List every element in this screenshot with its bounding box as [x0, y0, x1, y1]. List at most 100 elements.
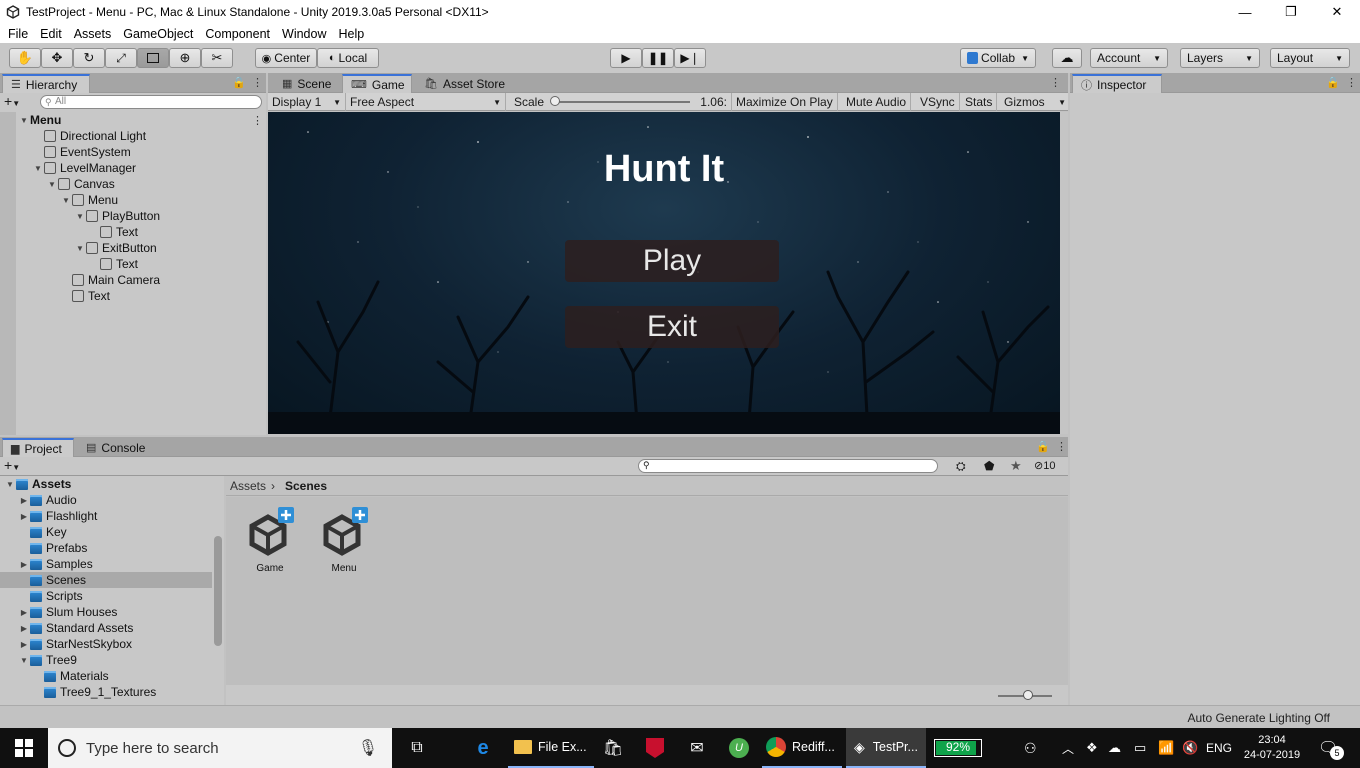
project-folder-item[interactable]: Scenes — [18, 572, 86, 588]
layers-dropdown[interactable]: Layers ▼ — [1180, 48, 1260, 68]
tab-console[interactable]: ▤ Console — [78, 438, 153, 457]
rotate-tool-button[interactable]: ↻ — [73, 48, 105, 68]
expand-arrow-icon[interactable]: ▼ — [18, 656, 30, 665]
menu-edit[interactable]: Edit — [34, 27, 68, 41]
expand-arrow-icon[interactable]: ▼ — [74, 212, 86, 221]
transform-tool-button[interactable]: ⊕ — [169, 48, 201, 68]
minimize-button[interactable]: — — [1222, 0, 1268, 24]
scale-tool-button[interactable]: ⤢ — [105, 48, 137, 68]
maximize-button[interactable]: ❐ — [1268, 0, 1314, 24]
scene-file-game[interactable]: Game — [240, 507, 300, 574]
battery-meter[interactable]: 92% — [934, 728, 988, 768]
project-search-input[interactable]: ⚲ — [638, 459, 938, 473]
project-tree-scrollbar[interactable] — [214, 536, 222, 646]
breadcrumb-scenes[interactable]: Scenes — [285, 479, 327, 493]
account-dropdown[interactable]: Account ▼ — [1090, 48, 1168, 68]
icon-size-slider-thumb[interactable] — [1023, 690, 1033, 700]
custom-tool-button[interactable]: ✂ — [201, 48, 233, 68]
tab-asset-store[interactable]: 🛍 Asset Store — [416, 74, 513, 93]
mail-icon[interactable]: ✉ — [680, 728, 714, 768]
hierarchy-item[interactable]: ▼ LevelManager — [32, 160, 136, 176]
menu-file[interactable]: File — [2, 27, 34, 41]
gizmos-dropdown[interactable]: Gizmos ▼ — [1000, 93, 1068, 111]
menu-gameobject[interactable]: GameObject — [117, 27, 199, 41]
expand-arrow-icon[interactable]: ▶ — [18, 608, 30, 617]
pivot-local-toggle[interactable]: ◐ Local — [317, 48, 379, 68]
tab-project[interactable]: ▆ Project — [2, 438, 74, 457]
volume-muted-icon[interactable]: 🔇 — [1182, 728, 1198, 768]
vsync-toggle[interactable]: VSync — [916, 93, 960, 111]
project-folder-item[interactable]: ▶ Flashlight — [18, 508, 97, 524]
hierarchy-item[interactable]: Main Camera — [60, 272, 160, 288]
project-folder-item[interactable]: ▶ StarNestSkybox — [18, 636, 132, 652]
scene-file-menu[interactable]: Menu — [314, 507, 374, 574]
favorite-star-icon[interactable]: ★ — [1010, 458, 1022, 474]
project-folder-item[interactable]: ▼ Tree9 — [18, 652, 77, 668]
store-icon[interactable]: 🛍 — [596, 728, 630, 768]
lock-icon[interactable]: 🔒 — [1036, 440, 1050, 453]
clock[interactable]: 23:04 24-07-2019 — [1240, 728, 1304, 768]
tab-scene[interactable]: ▦ Scene — [274, 74, 339, 93]
taskbar-app-chrome[interactable]: Rediff... — [762, 728, 842, 768]
project-folder-item[interactable]: Scripts — [18, 588, 83, 604]
start-button[interactable] — [0, 728, 48, 768]
close-button[interactable]: ✕ — [1314, 0, 1360, 24]
expand-arrow-icon[interactable]: ▼ — [18, 116, 30, 125]
cloud-button[interactable]: ☁ — [1052, 48, 1082, 68]
hierarchy-item[interactable]: Text — [88, 224, 138, 240]
hierarchy-item[interactable]: ▼ Menu — [18, 112, 61, 128]
expand-arrow-icon[interactable]: ▼ — [60, 196, 72, 205]
tab-hierarchy[interactable]: ☰ Hierarchy — [2, 74, 90, 93]
tab-inspector[interactable]: ⓘ Inspector — [1072, 74, 1162, 93]
kebab-menu-icon[interactable]: ⋮ — [1346, 76, 1357, 89]
game-play-button[interactable]: Play — [565, 240, 779, 282]
display-dropdown[interactable]: Display 1 ▼ — [268, 93, 346, 111]
scale-slider-thumb[interactable] — [550, 96, 560, 106]
hierarchy-item[interactable]: Text — [60, 288, 110, 304]
show-hidden-icons-chevron-icon[interactable]: ︿ — [1062, 728, 1074, 768]
edge-browser-icon[interactable]: e — [466, 728, 500, 768]
expand-arrow-icon[interactable]: ▼ — [74, 244, 86, 253]
aspect-dropdown[interactable]: Free Aspect ▼ — [346, 93, 506, 111]
dropbox-icon[interactable]: ❖ — [1086, 728, 1098, 768]
hierarchy-item[interactable]: EventSystem — [32, 144, 131, 160]
expand-arrow-icon[interactable]: ▶ — [18, 560, 30, 569]
task-view-icon[interactable]: ⧉ — [400, 728, 434, 768]
mcafee-icon[interactable] — [638, 728, 672, 768]
wifi-icon[interactable]: 📶 — [1158, 728, 1174, 768]
hidden-packages-toggle[interactable]: ⊘10 — [1034, 459, 1055, 472]
breadcrumb-assets[interactable]: Assets — [230, 479, 266, 493]
project-folder-item[interactable]: ▶ Samples — [18, 556, 93, 572]
step-button[interactable]: ▶❘ — [674, 48, 706, 68]
expand-arrow-icon[interactable]: ▶ — [18, 624, 30, 633]
project-folder-item[interactable]: ▼ Assets — [4, 476, 71, 492]
game-view[interactable]: Hunt It Play Exit — [268, 112, 1060, 434]
rect-tool-button[interactable] — [137, 48, 169, 68]
tab-game[interactable]: ⌨ Game — [342, 74, 412, 93]
hierarchy-item[interactable]: ▼ Canvas — [46, 176, 115, 192]
collab-dropdown[interactable]: Collab ▼ — [960, 48, 1036, 68]
label-tag-icon[interactable]: ⬟ — [984, 459, 994, 473]
mute-audio-toggle[interactable]: Mute Audio — [842, 93, 912, 111]
people-icon[interactable]: ⚇ — [1024, 728, 1037, 768]
stats-toggle[interactable]: Stats — [961, 93, 998, 111]
game-exit-button[interactable]: Exit — [565, 306, 779, 348]
expand-arrow-icon[interactable]: ▶ — [18, 640, 30, 649]
scale-slider-track[interactable] — [554, 101, 690, 103]
menu-assets[interactable]: Assets — [68, 27, 118, 41]
taskbar-app-unity[interactable]: ◈ TestPr... — [846, 728, 926, 768]
hierarchy-item[interactable]: Text — [88, 256, 138, 272]
create-asset-button[interactable]: +▼ — [4, 458, 20, 475]
expand-arrow-icon[interactable]: ▼ — [32, 164, 44, 173]
expand-arrow-icon[interactable]: ▶ — [18, 496, 30, 505]
language-indicator[interactable]: ENG — [1206, 728, 1232, 768]
create-add-button[interactable]: +▼ — [4, 94, 20, 110]
project-folder-item[interactable]: Key — [18, 524, 67, 540]
action-center-button[interactable]: 🗨 5 — [1318, 728, 1348, 768]
hierarchy-item[interactable]: ▼ PlayButton — [74, 208, 160, 224]
kebab-menu-icon[interactable]: ⋮ — [252, 114, 263, 127]
hierarchy-item[interactable]: ▼ ExitButton — [74, 240, 157, 256]
kebab-menu-icon[interactable]: ⋮ — [252, 76, 263, 89]
pause-button[interactable]: ❚❚ — [642, 48, 674, 68]
project-folder-item[interactable]: Tree9_1_Textures — [32, 684, 156, 700]
